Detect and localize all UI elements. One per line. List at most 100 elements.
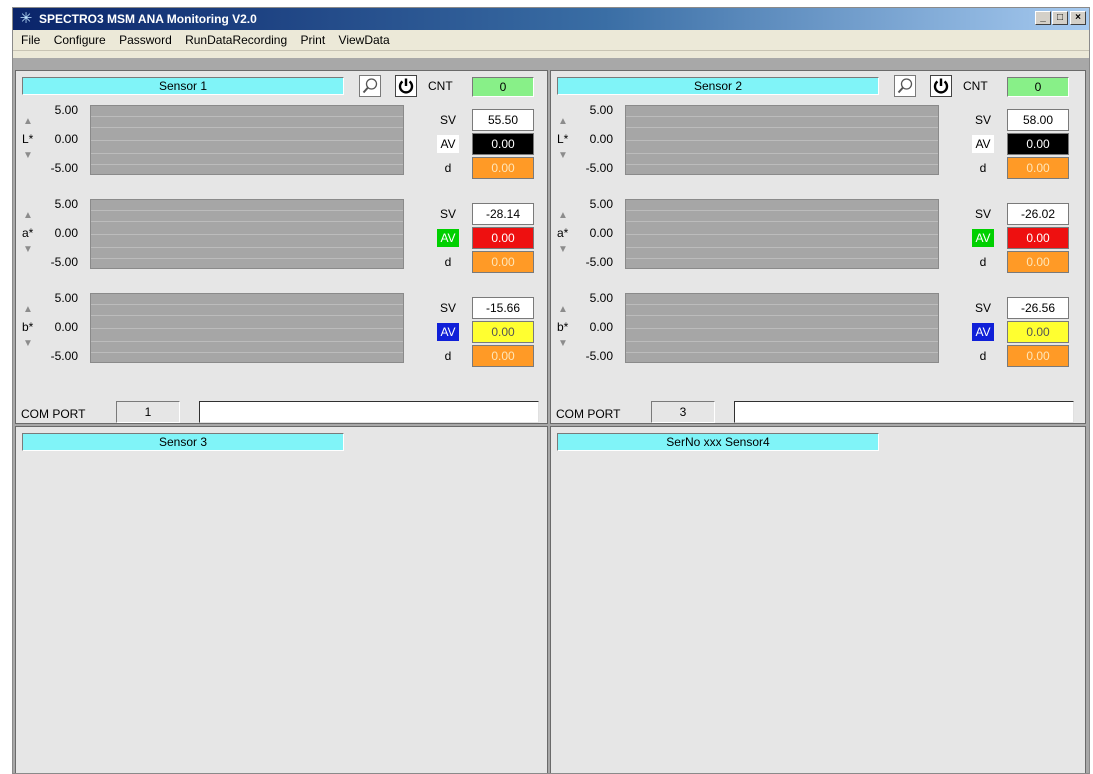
- sv-label: SV: [439, 113, 456, 127]
- av-value: 0.00: [1007, 133, 1069, 155]
- menu-password[interactable]: Password: [114, 30, 177, 50]
- menu-print[interactable]: Print: [296, 30, 331, 50]
- channel-row-l: ▲ L* ▼ 5.00 0.00 -5.00 SV 58.00 AV 0.00 …: [551, 101, 1085, 191]
- channel-label: a*: [557, 226, 569, 240]
- sensor-name-field[interactable]: Sensor 1: [22, 77, 344, 95]
- av-label: AV: [972, 135, 994, 153]
- main-window: ✳ SPECTRO3 MSM ANA Monitoring V2.0 _ □ ×…: [12, 7, 1090, 774]
- y-tick-top: 5.00: [54, 197, 78, 211]
- trend-plot: [625, 105, 939, 175]
- d-value: 0.00: [1007, 157, 1069, 179]
- y-tick-bot: -5.00: [50, 161, 78, 175]
- search-icon: [897, 78, 913, 94]
- av-label: AV: [437, 229, 459, 247]
- sv-value[interactable]: 55.50: [472, 109, 534, 131]
- arrow-up-icon[interactable]: ▲: [558, 117, 568, 127]
- channel-row-l: ▲ L* ▼ 5.00 0.00 -5.00 SV 55.50 AV 0.00 …: [16, 101, 547, 191]
- arrow-up-icon[interactable]: ▲: [558, 211, 568, 221]
- d-label: d: [979, 349, 987, 363]
- sensor-panel-1: Sensor 1 CNT 0 ▲ L* ▼ 5.00 0.00 -5.00 SV…: [15, 70, 548, 424]
- av-label: AV: [972, 323, 994, 341]
- sv-label: SV: [439, 207, 456, 221]
- power-icon: [933, 78, 949, 94]
- com-message-field[interactable]: [199, 401, 539, 423]
- d-label: d: [444, 255, 452, 269]
- channel-row-a: ▲ a* ▼ 5.00 0.00 -5.00 SV -26.02 AV 0.00…: [551, 195, 1085, 285]
- channel-row-b: ▲ b* ▼ 5.00 0.00 -5.00 SV -26.56 AV 0.00…: [551, 289, 1085, 379]
- channel-row-b: ▲ b* ▼ 5.00 0.00 -5.00 SV -15.66 AV 0.00…: [16, 289, 547, 379]
- arrow-down-icon[interactable]: ▼: [558, 245, 568, 255]
- com-port-label: COM PORT: [556, 407, 621, 421]
- menu-viewdata[interactable]: ViewData: [334, 30, 395, 50]
- av-value: 0.00: [1007, 321, 1069, 343]
- cnt-value: 0: [472, 77, 534, 97]
- sv-label: SV: [974, 301, 991, 315]
- arrow-up-icon[interactable]: ▲: [23, 211, 33, 221]
- av-value: 0.00: [472, 133, 534, 155]
- d-value: 0.00: [472, 157, 534, 179]
- d-value: 0.00: [472, 251, 534, 273]
- y-tick-top: 5.00: [589, 103, 613, 117]
- sv-value[interactable]: -26.56: [1007, 297, 1069, 319]
- search-button[interactable]: [894, 75, 916, 97]
- arrow-up-icon[interactable]: ▲: [23, 117, 33, 127]
- sv-value[interactable]: -28.14: [472, 203, 534, 225]
- search-button[interactable]: [359, 75, 381, 97]
- title-bar[interactable]: ✳ SPECTRO3 MSM ANA Monitoring V2.0 _ □ ×: [13, 8, 1089, 30]
- minimize-button[interactable]: _: [1035, 11, 1051, 25]
- av-label: AV: [437, 135, 459, 153]
- y-tick-mid: 0.00: [54, 226, 78, 240]
- maximize-button[interactable]: □: [1052, 11, 1068, 25]
- trend-plot: [90, 105, 404, 175]
- y-tick-bot: -5.00: [585, 255, 613, 269]
- arrow-down-icon[interactable]: ▼: [558, 151, 568, 161]
- com-message-field[interactable]: [734, 401, 1074, 423]
- com-port-label: COM PORT: [21, 407, 86, 421]
- com-port-field[interactable]: 3: [651, 401, 715, 423]
- channel-row-a: ▲ a* ▼ 5.00 0.00 -5.00 SV -28.14 AV 0.00…: [16, 195, 547, 285]
- menu-configure[interactable]: Configure: [49, 30, 111, 50]
- sv-label: SV: [439, 301, 456, 315]
- y-tick-bot: -5.00: [50, 349, 78, 363]
- power-button[interactable]: [930, 75, 952, 97]
- menu-file[interactable]: File: [13, 30, 45, 50]
- trend-plot: [90, 199, 404, 269]
- y-tick-mid: 0.00: [589, 132, 613, 146]
- y-tick-bot: -5.00: [585, 349, 613, 363]
- arrow-down-icon[interactable]: ▼: [23, 151, 33, 161]
- sv-label: SV: [974, 207, 991, 221]
- menu-rundatarecording[interactable]: RunDataRecording: [180, 30, 292, 50]
- av-label: AV: [972, 229, 994, 247]
- sv-value[interactable]: -26.02: [1007, 203, 1069, 225]
- sv-value[interactable]: 58.00: [1007, 109, 1069, 131]
- d-label: d: [979, 255, 987, 269]
- d-value: 0.00: [1007, 345, 1069, 367]
- y-tick-bot: -5.00: [50, 255, 78, 269]
- sensor-name-field[interactable]: SerNo xxx Sensor4: [557, 433, 879, 451]
- av-value: 0.00: [1007, 227, 1069, 249]
- arrow-down-icon[interactable]: ▼: [23, 245, 33, 255]
- d-label: d: [444, 349, 452, 363]
- d-label: d: [444, 161, 452, 175]
- com-port-field[interactable]: 1: [116, 401, 180, 423]
- sensor-name-field[interactable]: Sensor 2: [557, 77, 879, 95]
- cnt-label: CNT: [428, 79, 453, 93]
- sensor-name-field[interactable]: Sensor 3: [22, 433, 344, 451]
- search-icon: [362, 78, 378, 94]
- sv-value[interactable]: -15.66: [472, 297, 534, 319]
- close-button[interactable]: ×: [1070, 11, 1086, 25]
- arrow-down-icon[interactable]: ▼: [23, 339, 33, 349]
- arrow-up-icon[interactable]: ▲: [23, 305, 33, 315]
- trend-plot: [625, 293, 939, 363]
- arrow-up-icon[interactable]: ▲: [558, 305, 568, 315]
- sensor-panel-2: Sensor 2 CNT 0 ▲ L* ▼ 5.00 0.00 -5.00 SV…: [550, 70, 1086, 424]
- arrow-down-icon[interactable]: ▼: [558, 339, 568, 349]
- power-icon: [398, 78, 414, 94]
- menu-bar: File Configure Password RunDataRecording…: [13, 30, 1089, 51]
- av-label: AV: [437, 323, 459, 341]
- d-value: 0.00: [1007, 251, 1069, 273]
- power-button[interactable]: [395, 75, 417, 97]
- y-tick-top: 5.00: [54, 291, 78, 305]
- channel-label: b*: [557, 320, 569, 334]
- app-icon: ✳: [19, 10, 33, 27]
